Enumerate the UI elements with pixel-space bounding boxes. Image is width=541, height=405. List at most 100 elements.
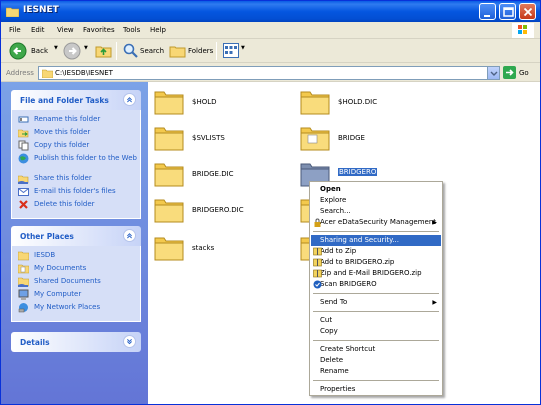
ctx-cut[interactable]: Cut bbox=[311, 315, 441, 326]
panel-header[interactable]: File and Folder Tasks bbox=[11, 90, 141, 110]
windows-logo-icon bbox=[512, 23, 534, 38]
title-bar[interactable]: IESNET bbox=[1, 1, 540, 22]
folder-item[interactable]: stacks bbox=[154, 233, 294, 263]
submenu-arrow-icon: ▶ bbox=[432, 219, 437, 226]
folder-icon bbox=[154, 91, 184, 115]
task-label: Rename this folder bbox=[34, 115, 101, 123]
forward-dropdown-icon[interactable]: ▼ bbox=[84, 45, 88, 51]
menu-edit[interactable]: Edit bbox=[31, 26, 45, 34]
place-shared-documents[interactable]: Shared Documents bbox=[12, 276, 140, 289]
ctx-delete[interactable]: Delete bbox=[311, 355, 441, 366]
folders-button[interactable]: Folders bbox=[188, 47, 213, 55]
zip-icon bbox=[313, 269, 322, 278]
folder-item[interactable]: $SVLISTS bbox=[154, 123, 294, 153]
details-panel: Details bbox=[11, 332, 141, 352]
folder-icon bbox=[154, 199, 184, 223]
forward-arrow-icon[interactable] bbox=[63, 42, 81, 60]
maximize-button[interactable] bbox=[499, 3, 516, 20]
task-copy-folder[interactable]: Copy this folder bbox=[12, 140, 140, 153]
ctx-label: Sharing and Security... bbox=[320, 236, 399, 244]
ctx-create-shortcut[interactable]: Create Shortcut bbox=[311, 344, 441, 355]
place-label: IESDB bbox=[34, 251, 56, 259]
ctx-scan[interactable]: Scan BRIDGERO bbox=[311, 279, 441, 290]
address-label: Address bbox=[6, 69, 34, 77]
ctx-explore[interactable]: Explore bbox=[311, 195, 441, 206]
ctx-acer-edatasecurity[interactable]: Acer eDataSecurity Management ▶ bbox=[311, 217, 441, 228]
address-dropdown-button[interactable] bbox=[487, 67, 499, 79]
ctx-copy[interactable]: Copy bbox=[311, 326, 441, 337]
folder-item[interactable]: $HOLD bbox=[154, 87, 294, 117]
ctx-label: Rename bbox=[320, 367, 349, 375]
panel-title: Details bbox=[20, 338, 50, 347]
ctx-search[interactable]: Search... bbox=[311, 206, 441, 217]
file-folder-tasks-panel: File and Folder Tasks Rename this folder… bbox=[11, 90, 141, 219]
ctx-add-to-zip[interactable]: Add to Zip bbox=[311, 246, 441, 257]
place-my-documents[interactable]: My Documents bbox=[12, 263, 140, 276]
toolbar-separator bbox=[116, 42, 117, 60]
folder-item[interactable]: $HOLD.DIC bbox=[300, 87, 440, 117]
search-button[interactable]: Search bbox=[140, 47, 164, 55]
zip-icon bbox=[313, 247, 322, 256]
menu-help[interactable]: Help bbox=[150, 26, 166, 34]
minimize-button[interactable] bbox=[479, 3, 496, 20]
close-button[interactable] bbox=[519, 3, 536, 20]
task-share-folder[interactable]: Share this folder bbox=[12, 173, 140, 186]
address-input[interactable]: C:\IESDB\IESNET bbox=[38, 66, 500, 80]
close-icon bbox=[523, 7, 533, 17]
menu-tools[interactable]: Tools bbox=[123, 26, 140, 34]
folder-item[interactable]: BRIDGERO.DIC bbox=[154, 195, 294, 225]
folder-icon bbox=[154, 163, 184, 187]
email-icon bbox=[18, 188, 29, 196]
delete-x-icon bbox=[19, 200, 28, 209]
folder-item[interactable]: BRIDGE.DIC bbox=[154, 159, 294, 189]
menu-favorites[interactable]: Favorites bbox=[83, 26, 115, 34]
place-my-computer[interactable]: My Computer bbox=[12, 289, 140, 302]
ctx-sharing-security[interactable]: Sharing and Security... bbox=[311, 235, 441, 246]
task-email-files[interactable]: E-mail this folder's files bbox=[12, 186, 140, 199]
place-my-network-places[interactable]: My Network Places bbox=[12, 302, 140, 315]
folder-icon bbox=[300, 127, 330, 151]
ctx-add-to-bridgero-zip[interactable]: Add to BRIDGERO.zip bbox=[311, 257, 441, 268]
panel-header[interactable]: Other Places bbox=[11, 226, 141, 246]
back-arrow-icon[interactable] bbox=[9, 42, 27, 60]
ctx-zip-and-email[interactable]: Zip and E-Mail BRIDGERO.zip bbox=[311, 268, 441, 279]
computer-icon bbox=[18, 289, 29, 300]
task-label: Publish this folder to the Web bbox=[34, 154, 137, 162]
back-button[interactable]: Back bbox=[31, 47, 48, 55]
expand-chevron-icon[interactable] bbox=[123, 335, 136, 348]
ctx-label: Cut bbox=[320, 316, 333, 324]
collapse-chevron-icon[interactable] bbox=[123, 229, 136, 242]
ctx-open[interactable]: Open bbox=[311, 184, 441, 195]
ctx-send-to[interactable]: Send To ▶ bbox=[311, 297, 441, 308]
back-dropdown-icon[interactable]: ▼ bbox=[54, 45, 58, 51]
place-label: My Network Places bbox=[34, 303, 101, 311]
task-publish-folder[interactable]: Publish this folder to the Web bbox=[12, 153, 140, 173]
toolbar-separator bbox=[216, 42, 217, 60]
views-dropdown-icon[interactable]: ▼ bbox=[241, 45, 245, 51]
toolbar: Back ▼ ▼ Search Folders ▼ bbox=[1, 39, 540, 63]
ctx-label: Search... bbox=[320, 207, 351, 215]
folders-icon[interactable] bbox=[169, 42, 186, 59]
views-icon[interactable] bbox=[223, 43, 239, 58]
ctx-properties[interactable]: Properties bbox=[311, 384, 441, 395]
go-button[interactable] bbox=[503, 66, 516, 79]
place-iesdb[interactable]: IESDB bbox=[12, 250, 140, 263]
panel-header[interactable]: Details bbox=[11, 332, 141, 352]
place-label: My Documents bbox=[34, 264, 87, 272]
folder-item[interactable]: BRIDGE bbox=[300, 123, 440, 153]
menu-view[interactable]: View bbox=[57, 26, 74, 34]
collapse-chevron-icon[interactable] bbox=[123, 93, 136, 106]
go-label[interactable]: Go bbox=[519, 69, 529, 77]
menu-file[interactable]: File bbox=[9, 26, 21, 34]
ctx-label: Add to Zip bbox=[320, 247, 357, 255]
ctx-rename[interactable]: Rename bbox=[311, 366, 441, 377]
task-delete-folder[interactable]: Delete this folder bbox=[12, 199, 140, 212]
up-folder-icon[interactable] bbox=[95, 42, 112, 59]
search-icon[interactable] bbox=[122, 42, 139, 59]
share-hand-icon bbox=[18, 175, 29, 184]
menu-separator bbox=[313, 293, 439, 294]
folder-name: stacks bbox=[192, 244, 215, 252]
folder-name: BRIDGE bbox=[338, 134, 365, 142]
task-move-folder[interactable]: Move this folder bbox=[12, 127, 140, 140]
task-rename-folder[interactable]: Rename this folder bbox=[12, 114, 140, 127]
